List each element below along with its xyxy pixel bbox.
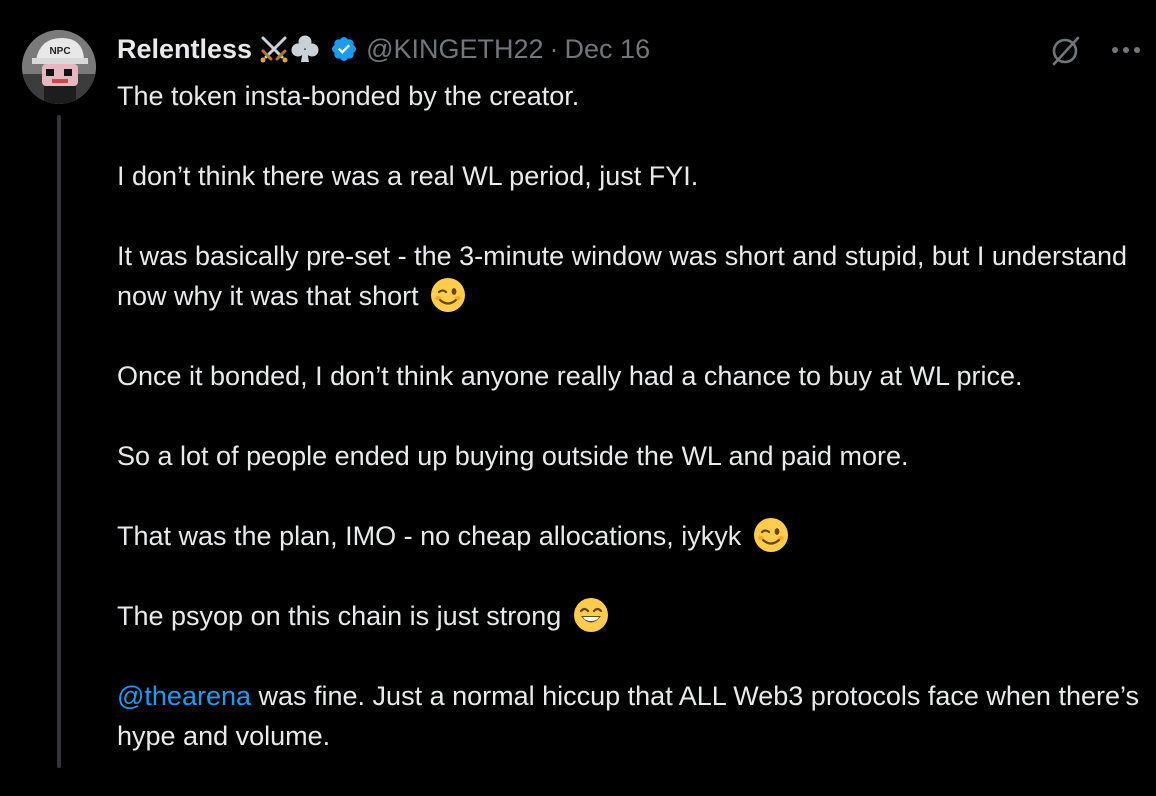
winking-face-emoji xyxy=(431,278,466,312)
tweet-text: The token insta-bonded by the creator. I… xyxy=(117,76,1153,796)
grok-icon[interactable] xyxy=(1046,30,1086,70)
author-handle[interactable]: @KINGETH22 xyxy=(366,34,543,65)
tweet-date[interactable]: Dec 16 xyxy=(565,34,651,65)
thread-line xyxy=(57,115,61,768)
tweet-paragraph: The psyop on this chain is just strong xyxy=(117,596,1153,636)
separator-dot: · xyxy=(549,33,559,64)
tweet-paragraph: The token insta-bonded by the creator. xyxy=(117,81,580,111)
tweet-header: Relentless @KINGETH22 · Dec 16 xyxy=(117,28,650,70)
avatar-image: NPC xyxy=(22,30,96,104)
mention-link[interactable]: @thearena xyxy=(117,681,251,711)
tweet-actions-top xyxy=(1046,30,1146,70)
tweet-paragraph: So a lot of people ended up buying outsi… xyxy=(117,441,909,471)
tweet-paragraph: I don’t think there was a real WL period… xyxy=(117,161,699,191)
winking-face-emoji xyxy=(753,518,788,552)
tweet-paragraph: Once it bonded, I don’t think anyone rea… xyxy=(117,361,1023,391)
avatar[interactable]: NPC xyxy=(22,30,96,104)
tweet-paragraph: It was basically pre-set - the 3-minute … xyxy=(117,241,1128,312)
more-icon[interactable] xyxy=(1106,30,1146,70)
author-name[interactable]: Relentless xyxy=(117,34,252,65)
club-suit-emoji xyxy=(291,35,319,62)
name-emojis xyxy=(258,33,320,65)
grinning-face-emoji xyxy=(573,598,608,632)
svg-text:NPC: NPC xyxy=(49,46,70,57)
tweet-paragraph: That was the plan, IMO - no cheap alloca… xyxy=(117,516,1153,556)
verified-badge-icon xyxy=(330,35,358,63)
crossed-swords-emoji xyxy=(260,36,288,63)
tweet-paragraph: @thearena was fine. Just a normal hiccup… xyxy=(117,681,1139,751)
tweet: NPC Relentless @KINGETH22 · Dec 16 The t… xyxy=(0,0,1156,768)
